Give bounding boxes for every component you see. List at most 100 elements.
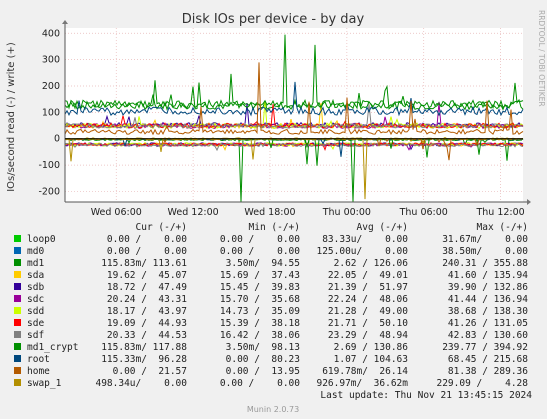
legend-max-value: 41.44 / 136.94 — [448, 294, 528, 305]
legend-max-value: 39.90 / 132.86 — [448, 282, 528, 293]
x-tick-label: Wed 12:00 — [168, 207, 219, 218]
legend-max-value: 239.77 / 394.92 — [442, 342, 528, 353]
legend-swatch — [14, 271, 21, 278]
legend-min-value: 3.50m/ 94.55 — [226, 258, 300, 269]
legend-max-value: 38.50m/ 0.00 — [442, 246, 528, 257]
legend-header-cell: Min (-/+) — [249, 222, 300, 233]
legend: Cur (-/+) Min (-/+) Avg (-/+) Max (-/+) loop… — [14, 222, 528, 389]
legend-avg-value: 21.28 / 49.00 — [328, 306, 408, 317]
y-tick-label: 400 — [42, 28, 60, 39]
legend-cur-value: 20.24 / 43.31 — [107, 294, 187, 305]
legend-cur-value: 115.33m/ 96.28 — [101, 354, 187, 365]
legend-series-name: loop0 — [27, 234, 56, 245]
legend-series-name: md0 — [27, 246, 44, 257]
legend-avg-value: 2.69 / 130.86 — [334, 342, 409, 353]
legend-series-name: root — [27, 354, 50, 365]
legend-avg-value: 1.07 / 104.63 — [334, 354, 408, 365]
legend-cur-value: 0.00 / 0.00 — [107, 246, 187, 257]
legend-cur-value: 0.00 / 0.00 — [107, 234, 187, 245]
y-tick-label: -100 — [38, 160, 60, 171]
legend-min-value: 0.00 / 0.00 — [220, 234, 300, 245]
legend-max-value: 42.83 / 130.60 — [448, 330, 528, 341]
legend-max-value: 229.09 / 4.28 — [436, 378, 528, 389]
legend-min-value: 15.39 / 38.18 — [220, 318, 300, 329]
legend-series-name: swap_1 — [27, 378, 62, 389]
legend-swatch — [14, 319, 21, 326]
legend-max-value: 31.67m/ 0.00 — [442, 234, 528, 245]
legend-swatch — [14, 307, 21, 314]
legend-cur-value: 115.83m/ 117.88 — [101, 342, 187, 353]
legend-series-name: md1 — [27, 258, 44, 269]
legend-min-value: 15.45 / 39.83 — [220, 282, 300, 293]
legend-cur-value: 498.34u/ 0.00 — [95, 378, 187, 389]
x-tick-label: Wed 18:00 — [244, 207, 295, 218]
legend-avg-value: 125.00u/ 0.00 — [316, 246, 408, 257]
x-tick-label: Thu 06:00 — [399, 207, 448, 218]
legend-min-value: 0.00 / 80.23 — [226, 354, 300, 365]
x-tick-label: Thu 00:00 — [322, 207, 371, 218]
legend-max-value: 38.68 / 138.30 — [448, 306, 528, 317]
legend-avg-value: 83.33u/ 0.00 — [322, 234, 408, 245]
legend-min-value: 16.42 / 38.06 — [220, 330, 300, 341]
chart-title: Disk IOs per device - by day — [182, 12, 365, 27]
legend-max-value: 41.26 / 131.05 — [448, 318, 528, 329]
legend-cur-value: 0.00 / 21.57 — [113, 366, 187, 377]
legend-header-cell: Cur (-/+) — [136, 222, 187, 233]
legend-avg-value: 22.05 / 49.01 — [328, 270, 408, 281]
legend-min-value: 0.00 / 0.00 — [220, 246, 300, 257]
legend-max-value: 41.60 / 135.94 — [448, 270, 528, 281]
legend-series-name: sdf — [27, 330, 44, 341]
munin-version: Munin 2.0.73 — [247, 405, 299, 414]
legend-header-cell: Max (-/+) — [477, 222, 528, 233]
legend-swatch — [14, 259, 21, 266]
last-update: Last update: Thu Nov 21 13:45:15 2024 — [320, 390, 532, 401]
legend-min-value: 0.00 / 0.00 — [220, 378, 300, 389]
legend-min-value: 15.70 / 35.68 — [220, 294, 300, 305]
legend-cur-value: 18.17 / 43.97 — [107, 306, 187, 317]
legend-series-name: sde — [27, 318, 44, 329]
disk-io-chart: Disk IOs per device - by day IOs/second … — [6, 10, 546, 414]
y-tick-label: 300 — [42, 55, 60, 66]
legend-swatch — [14, 367, 21, 374]
y-tick-label: 100 — [42, 107, 60, 118]
legend-swatch — [14, 331, 21, 338]
y-tick-label: 200 — [42, 81, 60, 92]
legend-min-value: 3.50m/ 98.13 — [226, 342, 300, 353]
legend-swatch — [14, 343, 21, 350]
legend-swatch — [14, 295, 21, 302]
legend-min-value: 0.00 / 13.95 — [226, 366, 300, 377]
legend-header-cell: Avg (-/+) — [357, 222, 408, 233]
legend-avg-value: 619.78m/ 26.14 — [322, 366, 408, 377]
y-tick-label: -200 — [38, 186, 60, 197]
legend-avg-value: 21.39 / 51.97 — [328, 282, 408, 293]
legend-cur-value: 19.09 / 44.93 — [107, 318, 187, 329]
legend-series-name: sdd — [27, 306, 44, 317]
legend-swatch — [14, 355, 21, 362]
legend-series-name: sdb — [27, 282, 44, 293]
y-axis-arrow — [62, 20, 68, 24]
legend-cur-value: 18.72 / 47.49 — [107, 282, 187, 293]
legend-swatch — [14, 235, 21, 242]
legend-max-value: 240.31 / 355.88 — [442, 258, 528, 269]
legend-avg-value: 21.71 / 50.10 — [328, 318, 408, 329]
legend-avg-value: 2.62 / 126.06 — [334, 258, 409, 269]
legend-series-name: md1_crypt — [27, 342, 78, 353]
legend-swatch — [14, 283, 21, 290]
legend-swatch — [14, 247, 21, 254]
y-tick-label: 0 — [54, 134, 60, 145]
legend-avg-value: 22.24 / 48.06 — [328, 294, 408, 305]
y-axis-label: IOs/second read (-) / write (+) — [6, 42, 17, 192]
x-axis-arrow — [527, 199, 531, 205]
legend-cur-value: 115.83m/ 113.61 — [101, 258, 187, 269]
plot-area — [65, 28, 523, 202]
legend-min-value: 14.73 / 35.09 — [220, 306, 300, 317]
legend-avg-value: 926.97m/ 36.62m — [316, 378, 408, 389]
legend-avg-value: 23.29 / 48.94 — [328, 330, 408, 341]
legend-cur-value: 19.62 / 45.07 — [107, 270, 187, 281]
x-tick-label: Wed 06:00 — [91, 207, 142, 218]
legend-series-name: sdc — [27, 294, 44, 305]
legend-max-value: 81.38 / 289.36 — [448, 366, 528, 377]
legend-min-value: 15.69 / 37.43 — [220, 270, 300, 281]
legend-swatch — [14, 379, 21, 386]
rrdtool-credit: RRDTOOL / TOBI OETIKER — [537, 10, 546, 107]
